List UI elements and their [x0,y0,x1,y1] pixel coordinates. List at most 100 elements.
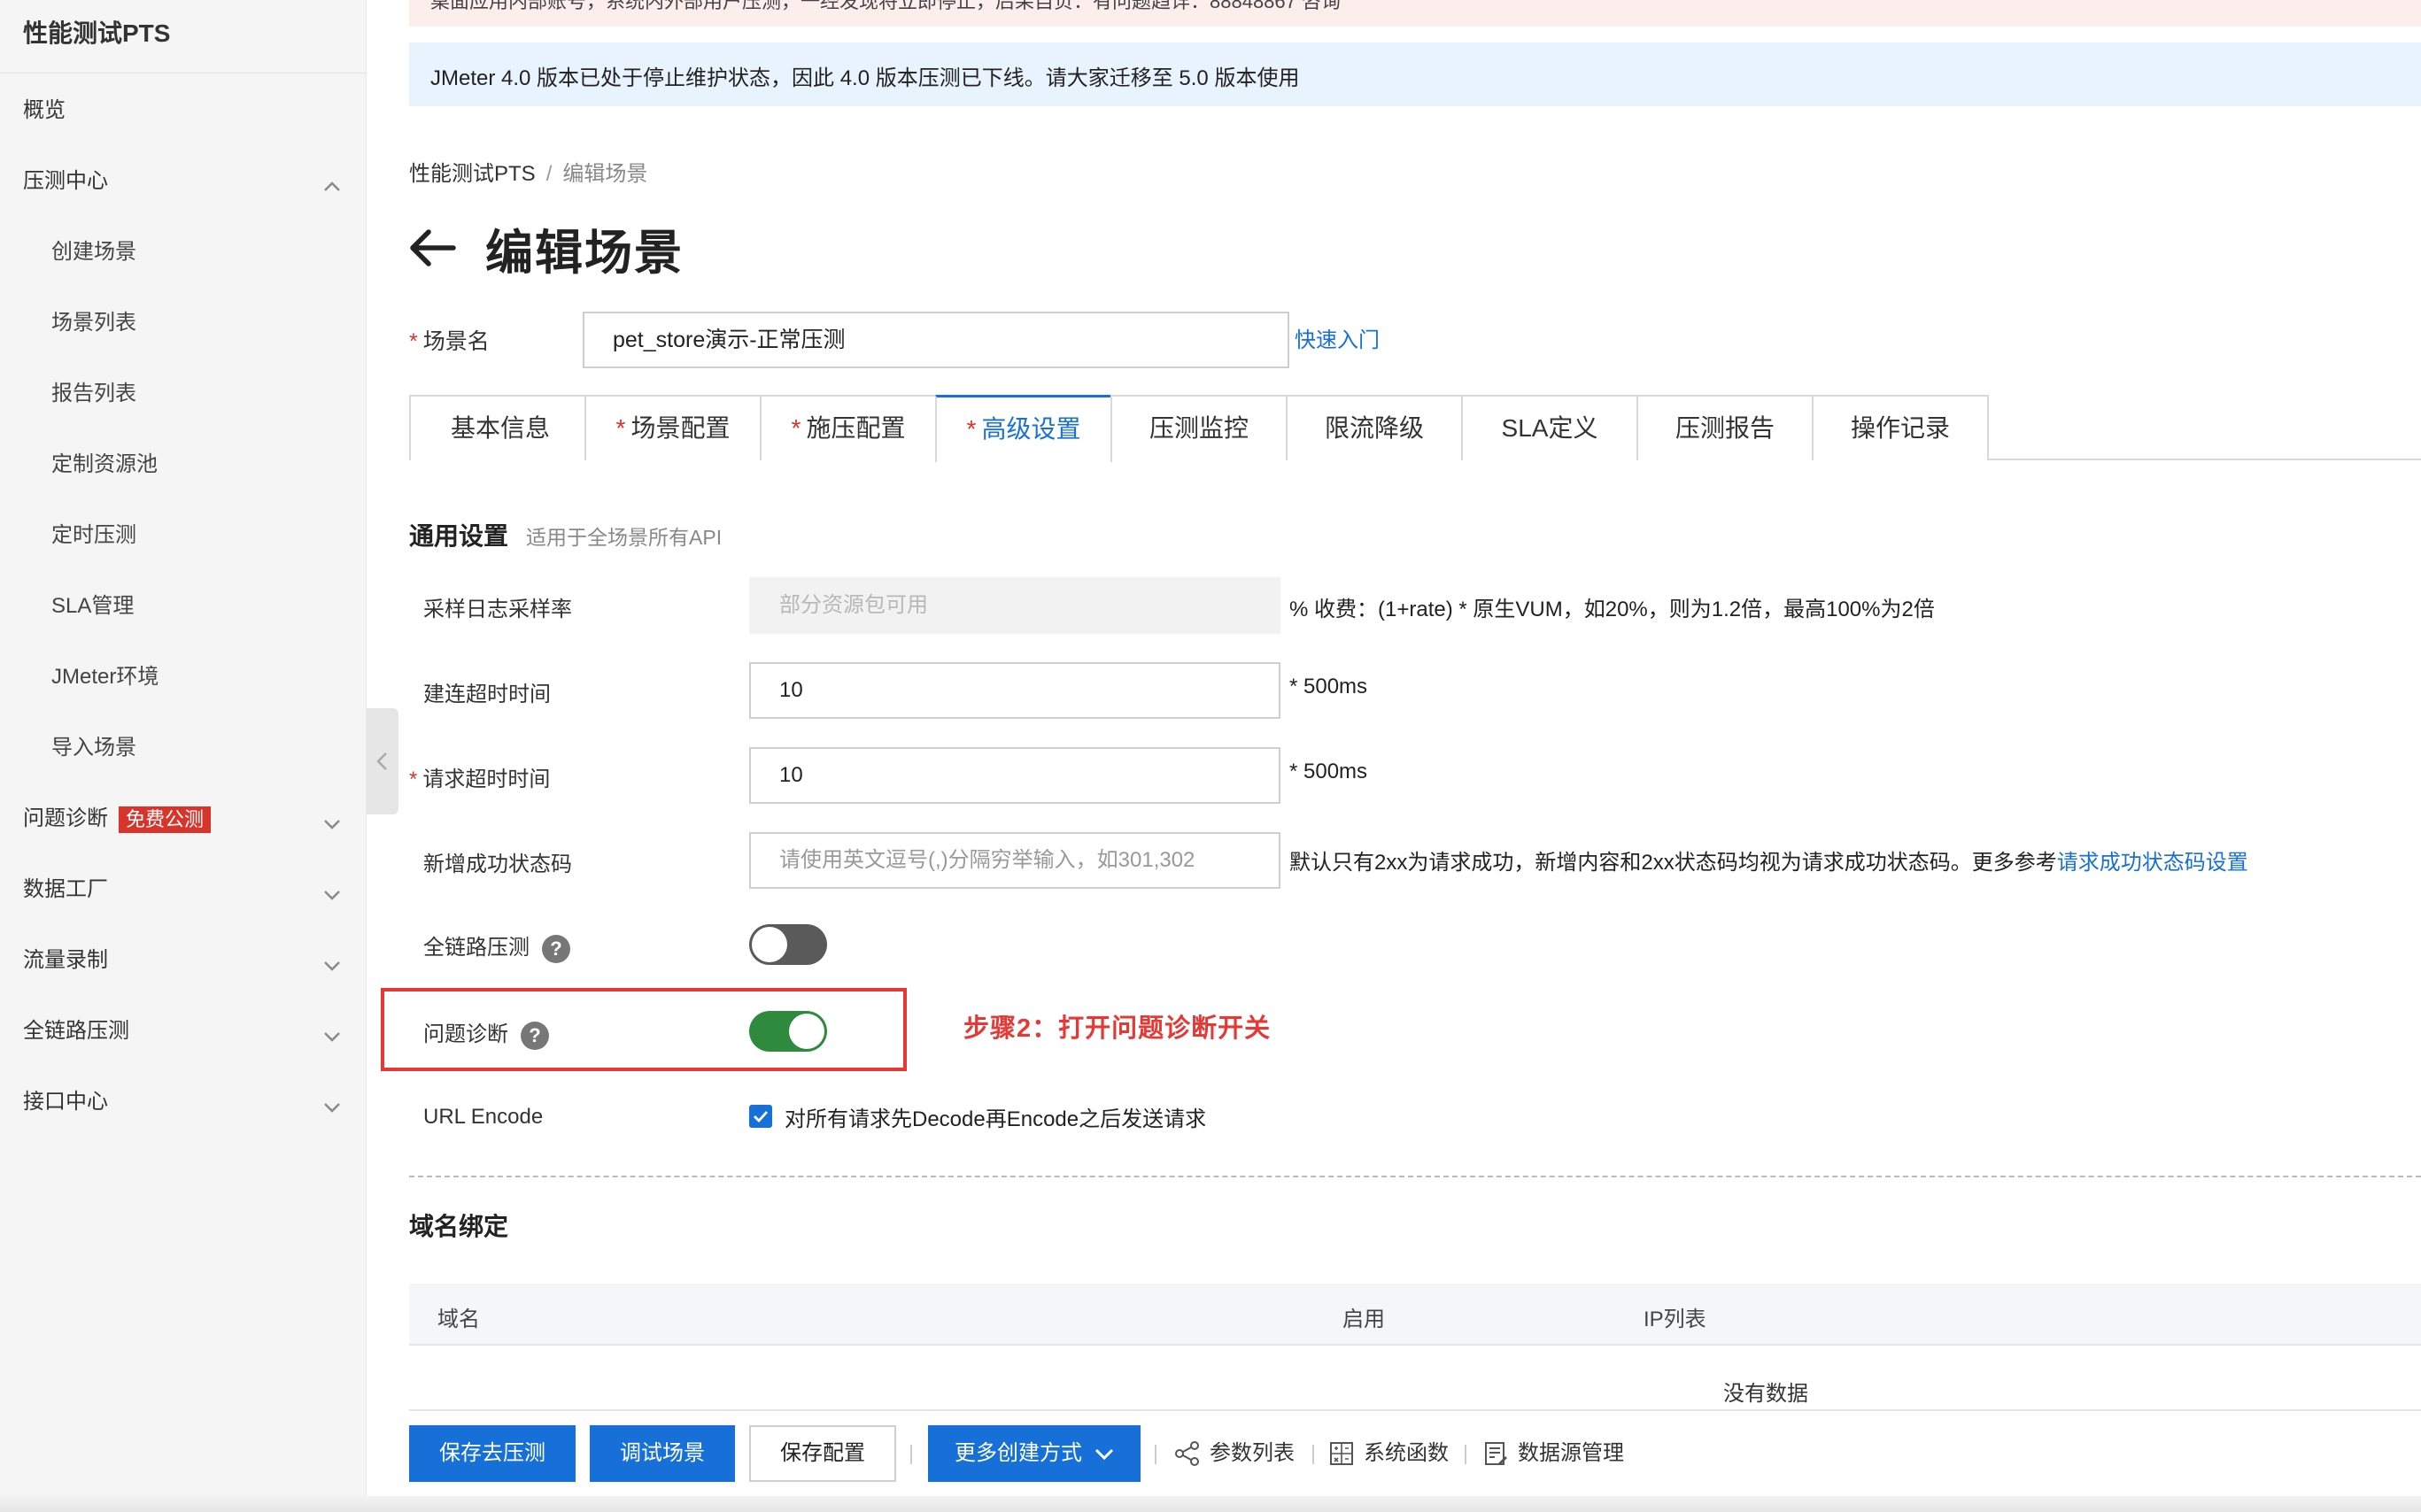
connect-timeout-input[interactable]: 10 [749,662,1280,719]
sidebar-item-sla[interactable]: SLA管理 [51,589,370,624]
tab-sla[interactable]: SLA定义 [1461,395,1638,460]
page-header: 编辑场景 [409,216,684,280]
sidebar-item-report-list[interactable]: 报告列表 [51,376,370,412]
general-settings-title: 通用设置 适用于全场景所有API [409,517,722,552]
sidebar-item-label: 导入场景 [51,736,136,760]
breadcrumb: 性能测试PTS / 编辑场景 [409,156,647,187]
divider [409,1176,2421,1177]
sidebar-item-import-scene[interactable]: 导入场景 [51,730,370,766]
table-empty-text: 没有数据 [1723,1382,1808,1406]
sidebar-item-diagnosis[interactable]: 问题诊断 免费公测 [23,801,342,837]
sidebar-item-scheduled[interactable]: 定时压测 [51,518,370,553]
warning-banner: 桌面应用内部账号，系统内外部用户压测，一经发现将立即停止，后果自负：有问题趋详：… [409,0,2421,27]
datasource-management-tool[interactable]: 数据源管理 [1482,1425,1624,1482]
tab-operation-log[interactable]: 操作记录 [1812,395,1989,460]
tab-load-config[interactable]: * 施压配置 [760,395,937,460]
more-create-dropdown[interactable]: 更多创建方式 [928,1425,1141,1482]
tab-basic-info[interactable]: 基本信息 [409,395,586,460]
column-header: IP列表 [1644,1308,1706,1331]
annotation-highlight-box [381,988,907,1071]
function-grid-icon [1330,1442,1353,1465]
sampling-rate-hint: % 收费：(1+rate) * 原生VUM，如20%，则为1.2倍，最高100%… [1289,598,1935,621]
save-and-test-button[interactable]: 保存去压测 [409,1425,576,1482]
url-encode-checkbox[interactable] [749,1105,772,1128]
scene-name-input[interactable]: pet_store演示-正常压测 [583,312,1289,368]
chevron-up-icon [322,173,342,192]
tab-report[interactable]: 压测报告 [1636,395,1814,460]
sidebar-item-overview[interactable]: 概览 [23,93,342,128]
sidebar-collapse-handle[interactable] [367,708,398,814]
sidebar: 性能测试PTS 概览 压测中心 创建场景 场景列表 报告列表 定制资源池 定时压… [0,0,367,1512]
full-link-label: 全链路压测? [423,930,570,963]
column-header: 启用 [1342,1308,1385,1331]
sidebar-item-stress-center[interactable]: 压测中心 [23,164,342,199]
chevron-down-icon [322,1022,342,1042]
sidebar-item-full-link[interactable]: 全链路压测 [23,1014,342,1049]
window-bottom-edge [0,1496,2421,1512]
scene-name-label: * 场景名 [409,324,490,356]
warning-banner-text: 桌面应用内部账号，系统内外部用户压测，一经发现将立即停止，后果自负：有问题趋详：… [430,0,1341,12]
required-marker: * [615,414,626,442]
divider [1312,1445,1314,1464]
status-codes-hint-text: 默认只有2xx为请求成功，新增内容和2xx状态码均视为请求成功状态码。更多参考 [1289,851,2057,875]
chevron-left-icon [376,752,387,770]
sidebar-item-label: 接口中心 [23,1090,108,1114]
annotation-text: 步骤2：打开问题诊断开关 [963,1014,1272,1043]
sampling-rate-input[interactable]: 部分资源包可用 [749,577,1280,634]
tool-label: 参数列表 [1210,1441,1295,1465]
section-subtitle: 适用于全场景所有API [526,526,723,549]
help-icon[interactable]: ? [542,934,570,963]
connect-timeout-label: 建连超时时间 [423,683,551,706]
chevron-down-icon [322,1093,342,1113]
chevron-down-icon [322,810,342,829]
sidebar-item-label: 报告列表 [51,382,136,405]
request-timeout-hint: * 500ms [1289,760,1368,783]
full-link-toggle[interactable] [749,924,827,965]
tab-scene-config[interactable]: * 场景配置 [584,395,762,460]
tool-label: 数据源管理 [1518,1441,1624,1465]
status-badge: 免费公测 [119,806,212,833]
breadcrumb-current: 编辑场景 [562,162,648,186]
breadcrumb-root[interactable]: 性能测试PTS [409,162,536,186]
required-marker: * [409,768,418,791]
request-timeout-input[interactable]: 10 [749,747,1280,804]
sidebar-item-label: 数据工厂 [23,877,108,901]
sidebar-item-label: 定制资源池 [51,452,158,476]
tab-monitoring[interactable]: 压测监控 [1110,395,1288,460]
more-create-label: 更多创建方式 [955,1441,1082,1465]
tab-label: 场景配置 [630,414,731,442]
tab-bar: 基本信息 * 场景配置 * 施压配置 * 高级设置 压测监控 限流降级 SLA定义 压… [409,395,2421,462]
sidebar-item-jmeter-env[interactable]: JMeter环境 [51,660,370,695]
section-title-text: 通用设置 [409,522,509,550]
tab-label: 压测监控 [1149,414,1249,442]
params-list-tool[interactable]: 参数列表 [1174,1425,1295,1482]
save-config-button[interactable]: 保存配置 [749,1425,896,1482]
status-codes-link[interactable]: 请求成功状态码设置 [2057,851,2248,875]
status-codes-input[interactable]: 请使用英文逗号(,)分隔穷举输入，如301,302 [749,832,1280,889]
divider [910,1445,912,1464]
tool-label: 系统函数 [1364,1441,1449,1465]
sidebar-item-scene-list[interactable]: 场景列表 [51,305,370,341]
tab-rate-limit[interactable]: 限流降级 [1286,395,1463,460]
sidebar-item-label: JMeter环境 [51,665,159,689]
sidebar-item-label: 压测中心 [23,169,108,193]
tab-advanced-settings[interactable]: * 高级设置 [935,395,1112,462]
back-arrow-icon[interactable] [409,228,457,267]
info-banner: JMeter 4.0 版本已处于停止维护状态，因此 4.0 版本压测已下线。请大… [409,42,2421,106]
debug-scene-button[interactable]: 调试场景 [590,1425,735,1482]
sidebar-item-create-scene[interactable]: 创建场景 [51,235,370,270]
sidebar-brand: 性能测试PTS [23,19,171,47]
quick-start-link[interactable]: 快速入门 [1295,322,1380,353]
footer-toolbar: 保存去压测 调试场景 保存配置 更多创建方式 参数列表 系统函数 数据源管理 [409,1425,2421,1484]
required-marker: * [966,415,977,443]
sidebar-item-traffic-record[interactable]: 流量录制 [23,943,342,978]
sidebar-item-resource-pool[interactable]: 定制资源池 [51,447,370,482]
sidebar-item-data-factory[interactable]: 数据工厂 [23,872,342,907]
system-functions-tool[interactable]: 系统函数 [1328,1425,1449,1482]
tab-label: 高级设置 [981,415,1081,443]
sidebar-item-label: 概览 [23,98,66,122]
document-edit-icon [1485,1442,1507,1465]
share-nodes-icon [1175,1441,1199,1466]
chevron-down-icon [322,881,342,900]
sidebar-item-api-center[interactable]: 接口中心 [23,1084,342,1120]
